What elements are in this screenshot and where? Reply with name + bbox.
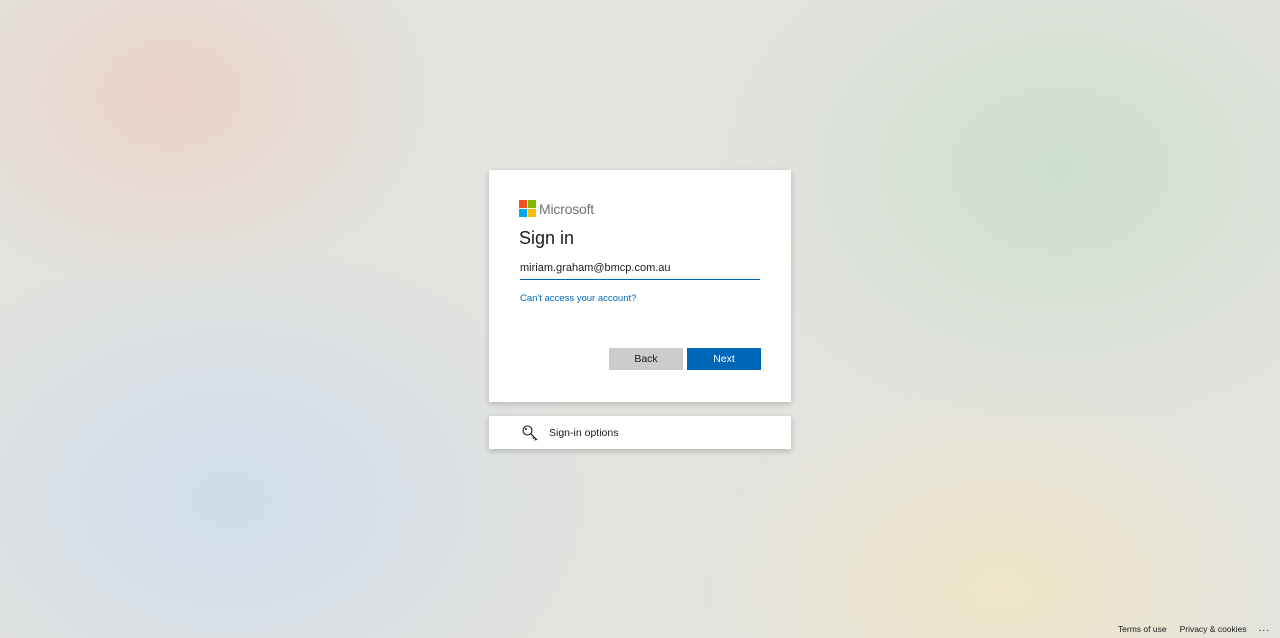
privacy-cookies-link[interactable]: Privacy & cookies [1180,624,1247,634]
microsoft-logo: Microsoft [519,200,594,217]
more-options-icon[interactable]: ... [1259,623,1270,634]
signin-options-button[interactable]: Sign-in options [489,416,791,449]
cant-access-account-link[interactable]: Can't access your account? [520,293,636,304]
signin-card: Microsoft Sign in Can't access your acco… [489,170,791,402]
signin-options-label: Sign-in options [549,426,619,439]
back-button[interactable]: Back [609,348,683,370]
next-button[interactable]: Next [687,348,761,370]
brand-name: Microsoft [539,200,594,217]
email-field[interactable] [520,258,760,280]
microsoft-logo-icon [519,200,536,217]
page-title: Sign in [519,228,575,248]
key-icon [521,424,539,442]
terms-of-use-link[interactable]: Terms of use [1118,624,1167,634]
footer: Terms of use Privacy & cookies ... [1105,623,1270,634]
